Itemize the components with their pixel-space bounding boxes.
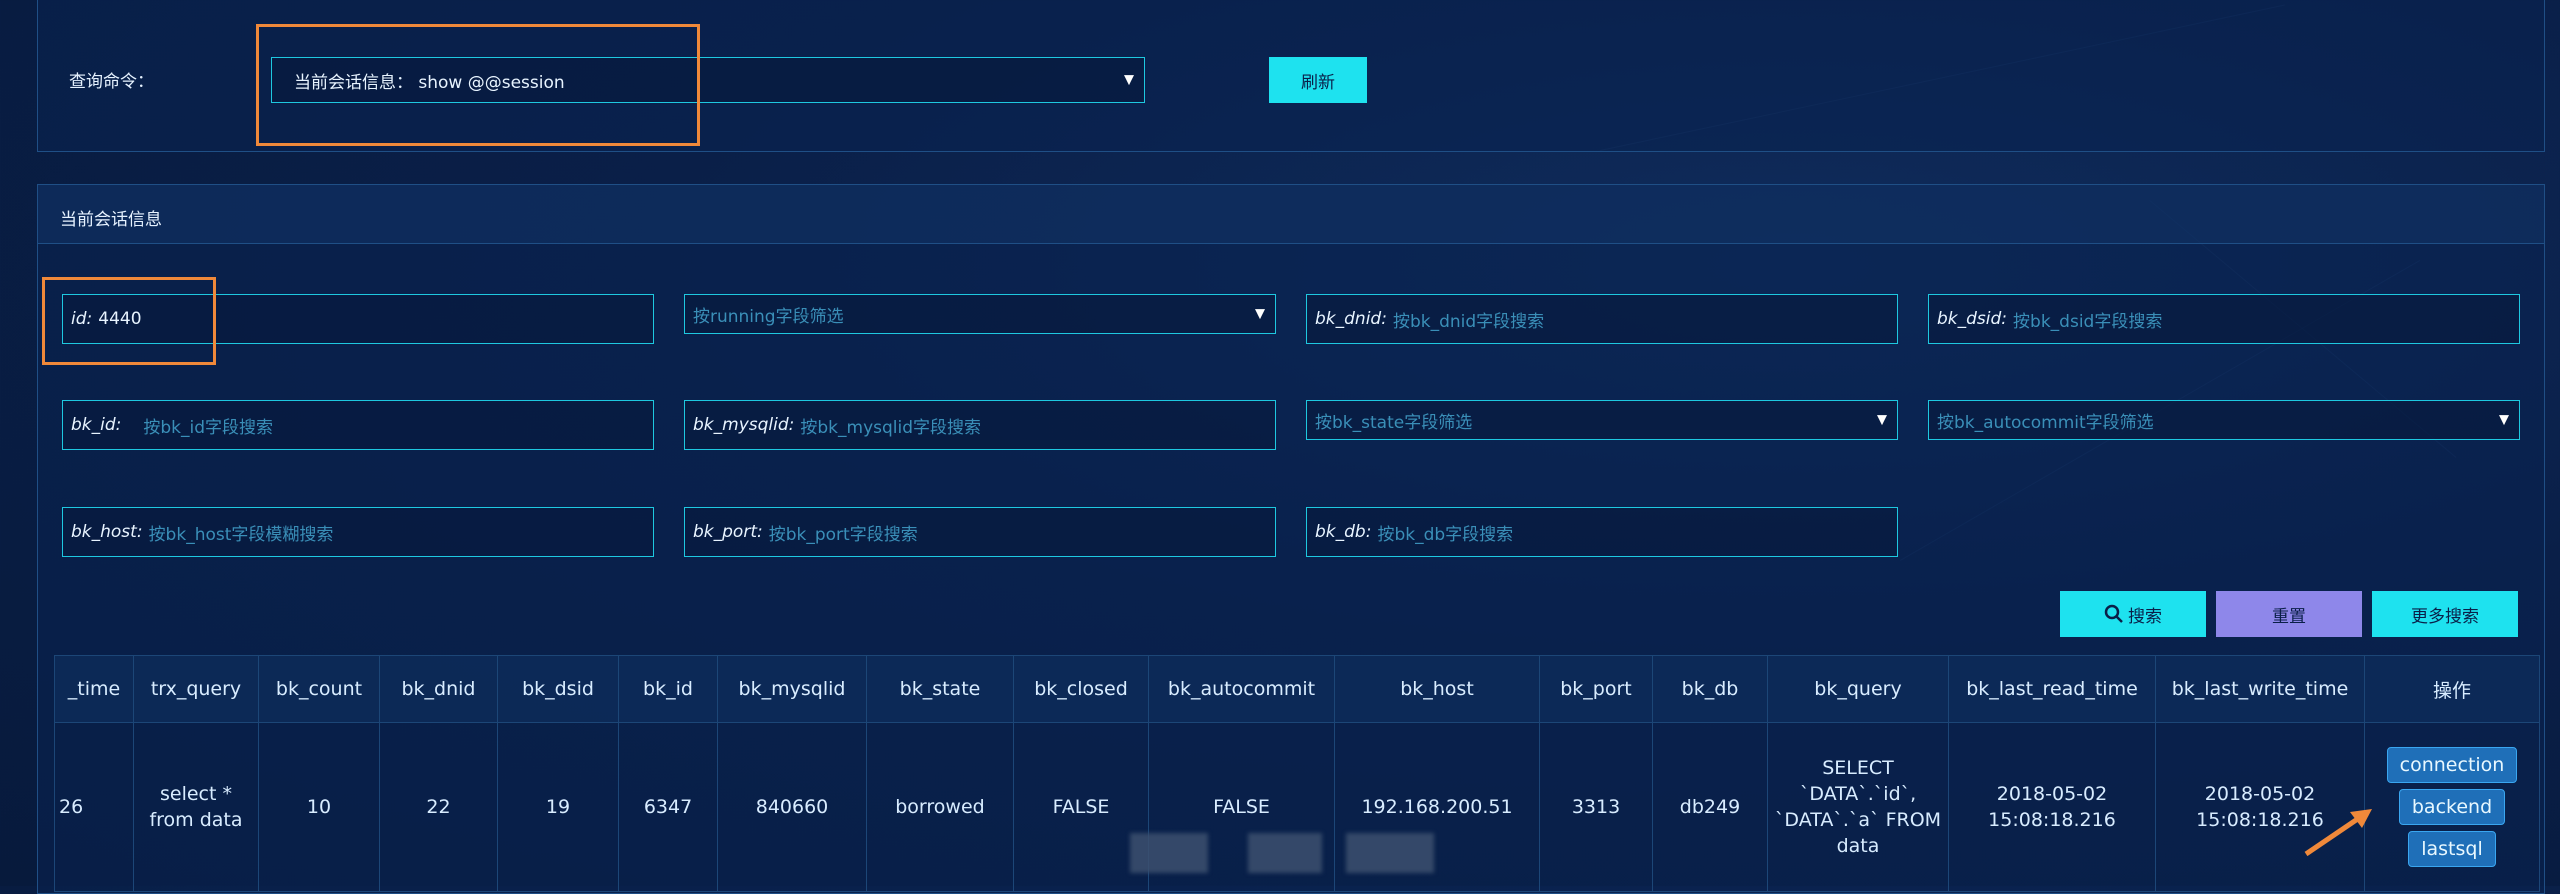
chevron-down-icon: ▼: [1255, 306, 1265, 322]
highlight-box-query: [256, 24, 700, 146]
column-header: _time: [54, 655, 134, 723]
running-select-placeholder: 按running字段筛选: [693, 306, 844, 327]
chevron-down-icon: ▼: [1124, 72, 1134, 88]
bk-id-field-placeholder: 按bk_id字段搜索: [143, 417, 274, 438]
bk-id-field-key: bk_id:: [71, 415, 122, 435]
bk-db-field-placeholder: 按bk_db字段搜索: [1377, 524, 1514, 545]
column-header: bk_dnid: [379, 655, 498, 723]
bk-id-field[interactable]: bk_id: 按bk_id字段搜索: [62, 400, 654, 450]
search-button[interactable]: 搜索: [2060, 591, 2206, 637]
lastsql-button[interactable]: lastsql: [2408, 831, 2496, 867]
column-header: bk_dsid: [497, 655, 619, 723]
bk-db-field-key: bk_db:: [1315, 522, 1372, 542]
bk-dsid-field[interactable]: bk_dsid: 按bk_dsid字段搜索: [1928, 294, 2520, 344]
column-header: bk_last_write_time: [2155, 655, 2365, 723]
reset-button[interactable]: 重置: [2216, 591, 2362, 637]
chevron-down-icon: ▼: [1877, 412, 1887, 428]
column-header: bk_mysqlid: [717, 655, 867, 723]
running-select[interactable]: 按running字段筛选 ▼: [684, 294, 1276, 334]
section-title: 当前会话信息: [60, 210, 162, 230]
table-header-row: _time trx_query bk_count bk_dnid bk_dsid…: [54, 655, 2540, 723]
cell-bk-last-read-time: 2018-05-02 15:08:18.216: [1948, 722, 2156, 892]
bk-mysqlid-field-placeholder: 按bk_mysqlid字段搜索: [800, 417, 982, 438]
column-header: bk_port: [1539, 655, 1653, 723]
cell-bk-dnid: 22: [379, 722, 498, 892]
cell-trx-query: select * from data: [133, 722, 259, 892]
bk-dsid-field-key: bk_dsid:: [1937, 309, 2008, 329]
cell-bk-dsid: 19: [497, 722, 619, 892]
column-header: 操作: [2364, 655, 2540, 723]
highlight-box-id: [42, 277, 216, 365]
column-header: bk_db: [1652, 655, 1768, 723]
search-button-label: 搜索: [2128, 606, 2162, 627]
cell-bk-count: 10: [258, 722, 380, 892]
arrow-annotation-icon: [2304, 809, 2372, 857]
column-header: bk_last_read_time: [1948, 655, 2156, 723]
bk-state-select[interactable]: 按bk_state字段筛选 ▼: [1306, 400, 1898, 440]
column-header: trx_query: [133, 655, 259, 723]
refresh-button[interactable]: 刷新: [1269, 57, 1367, 103]
bk-mysqlid-field[interactable]: bk_mysqlid: 按bk_mysqlid字段搜索: [684, 400, 1276, 450]
bk-state-select-placeholder: 按bk_state字段筛选: [1315, 412, 1473, 433]
redacted-region: [1346, 833, 1434, 873]
bk-db-field[interactable]: bk_db: 按bk_db字段搜索: [1306, 507, 1898, 557]
backend-button[interactable]: backend: [2398, 789, 2506, 825]
cell-bk-mysqlid: 840660: [717, 722, 867, 892]
bk-port-field-placeholder: 按bk_port字段搜索: [768, 524, 918, 545]
cell-bk-port: 3313: [1539, 722, 1653, 892]
bk-autocommit-select[interactable]: 按bk_autocommit字段筛选 ▼: [1928, 400, 2520, 440]
bk-host-field-placeholder: 按bk_host字段模糊搜索: [148, 524, 334, 545]
bk-dnid-field-placeholder: 按bk_dnid字段搜索: [1392, 311, 1545, 332]
column-header: bk_host: [1334, 655, 1540, 723]
bk-host-field[interactable]: bk_host: 按bk_host字段模糊搜索: [62, 507, 654, 557]
bk-dsid-field-placeholder: 按bk_dsid字段搜索: [2013, 311, 2163, 332]
column-header: bk_id: [618, 655, 718, 723]
bk-port-field[interactable]: bk_port: 按bk_port字段搜索: [684, 507, 1276, 557]
cell-time: 26: [54, 722, 134, 892]
bk-port-field-key: bk_port:: [693, 522, 763, 542]
column-header: bk_closed: [1013, 655, 1149, 723]
query-command-label: 查询命令：: [69, 72, 154, 92]
cell-operations: connection backend lastsql: [2364, 722, 2540, 892]
column-header: bk_state: [866, 655, 1014, 723]
section-header: 当前会话信息: [38, 185, 2544, 244]
cell-bk-closed: FALSE: [1013, 722, 1149, 892]
chevron-down-icon: ▼: [2499, 412, 2509, 428]
redacted-region: [1130, 833, 1208, 873]
bk-dnid-field[interactable]: bk_dnid: 按bk_dnid字段搜索: [1306, 294, 1898, 344]
connection-button[interactable]: connection: [2386, 747, 2518, 783]
redacted-region: [1248, 833, 1322, 873]
bk-dnid-field-key: bk_dnid:: [1315, 309, 1387, 329]
column-header: bk_count: [258, 655, 380, 723]
more-search-button[interactable]: 更多搜索: [2372, 591, 2518, 637]
bk-mysqlid-field-key: bk_mysqlid:: [693, 415, 795, 435]
column-header: bk_query: [1767, 655, 1949, 723]
cell-bk-state: borrowed: [866, 722, 1014, 892]
cell-bk-db: db249: [1652, 722, 1768, 892]
search-icon: [2104, 604, 2123, 623]
cell-bk-id: 6347: [618, 722, 718, 892]
column-header: bk_autocommit: [1148, 655, 1335, 723]
bk-host-field-key: bk_host:: [71, 522, 143, 542]
cell-bk-query: SELECT `DATA`.`id`, `DATA`.`a` FROM data: [1767, 722, 1949, 892]
bk-autocommit-select-placeholder: 按bk_autocommit字段筛选: [1937, 412, 2154, 433]
